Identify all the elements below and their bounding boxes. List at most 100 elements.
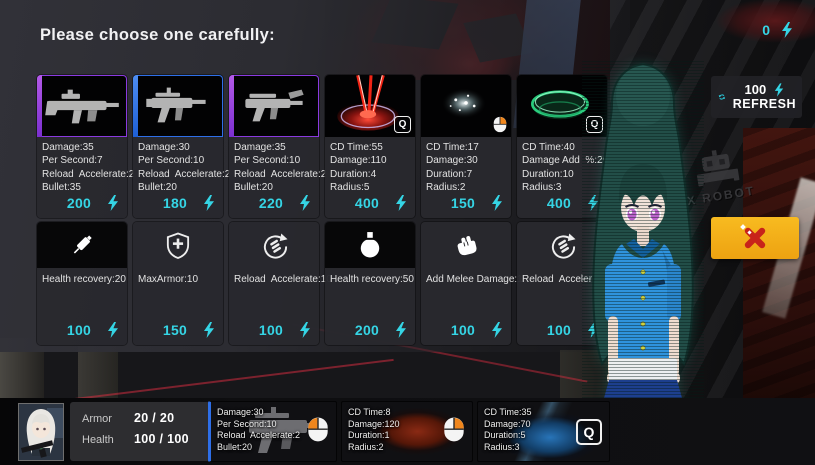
- refresh-arrows-icon: [718, 88, 726, 106]
- shop-card-weapon-1[interactable]: Damage:35 Per Second:7 Reload Accelerate…: [37, 75, 127, 218]
- lightning-bolt-icon: [395, 322, 407, 338]
- stat-line: Duration:4: [330, 168, 410, 181]
- smg-icon: [229, 75, 319, 137]
- price-value: 100: [51, 322, 107, 338]
- shop-card-weapon-3[interactable]: Damage:35 Per Second:10 Reload Accelerat…: [229, 75, 319, 218]
- smg-icon: [133, 75, 223, 137]
- close-button[interactable]: [711, 217, 799, 259]
- skill-image: Q: [325, 75, 415, 137]
- armor-label: Armor: [82, 413, 134, 425]
- price-value: 200: [51, 195, 107, 211]
- price-row: 400: [325, 195, 415, 218]
- currency-display: 0: [762, 22, 793, 38]
- weapon-image: [229, 75, 319, 137]
- lightning-bolt-icon: [299, 322, 311, 338]
- upgrade-image: [421, 222, 511, 268]
- price-value: 220: [243, 195, 299, 211]
- syringe-icon: [69, 232, 95, 258]
- upgrade-label: Health recovery:50: [325, 268, 415, 285]
- rarity-stripe: [37, 75, 42, 137]
- price-row: 200: [325, 322, 415, 345]
- stat-line: Damage:110: [330, 154, 410, 167]
- upgrade-label: Reload Accelerate:10: [229, 268, 319, 285]
- rarity-stripe: [133, 75, 138, 137]
- reload-circle-icon: [549, 232, 576, 259]
- shop-card-melee[interactable]: Add Melee Damage:10 100: [421, 222, 511, 345]
- close-x-icon: [742, 225, 768, 251]
- upgrade-image: [133, 222, 223, 268]
- skill-stats: CD Time:17 Damage:30 Duration:7 Radius:2: [421, 137, 511, 195]
- price-row: 150: [133, 322, 223, 345]
- stat-line: Bullet:20: [234, 181, 314, 194]
- stat-line: Reload Accelerate:2: [234, 168, 314, 181]
- weapon-image: [133, 75, 223, 137]
- lightning-bolt-icon: [395, 195, 407, 211]
- shop-card-skill-laser[interactable]: Q CD Time:55 Damage:110 Duration:4 Radiu…: [325, 75, 415, 218]
- upgrade-image: [325, 222, 415, 268]
- mouse-left-click-icon: [307, 416, 329, 442]
- shop-card-weapon-2[interactable]: Damage:30 Per Second:10 Reload Accelerat…: [133, 75, 223, 218]
- shop-card-maxarmor[interactable]: MaxArmor:10 150: [133, 222, 223, 345]
- price-value: 100: [531, 322, 587, 338]
- health-value: 100 / 100: [134, 432, 189, 446]
- refresh-cost: 100: [745, 82, 767, 97]
- skill-image: [421, 75, 511, 137]
- lightning-bolt-icon: [107, 322, 119, 338]
- price-row: 100: [421, 322, 511, 345]
- stat-line: Damage:30: [138, 141, 218, 154]
- page-title: Please choose one carefully:: [40, 26, 275, 45]
- stat-line: Per Second:10: [234, 154, 314, 167]
- rarity-stripe: [229, 75, 234, 137]
- stat-line: Radius:5: [330, 181, 410, 194]
- mouse-right-click-icon: [493, 116, 507, 133]
- equipped-slot-skill-2: CD Time:35 Damage:70 Duration:5 Radius:3…: [477, 401, 610, 462]
- stat-line: Bullet:35: [42, 181, 122, 194]
- lightning-bolt-icon: [299, 195, 311, 211]
- shop-card-health-50[interactable]: Health recovery:50 200: [325, 222, 415, 345]
- skill-stats: CD Time:55 Damage:110 Duration:4 Radius:…: [325, 137, 415, 195]
- fist-icon: [453, 232, 479, 258]
- stat-line: Damage:35: [42, 141, 122, 154]
- player-stats-panel: Armor 20 / 20 Health 100 / 100: [70, 402, 210, 461]
- refresh-button[interactable]: 100 REFRESH: [711, 76, 802, 118]
- shop-card-skill-flash[interactable]: CD Time:17 Damage:30 Duration:7 Radius:2…: [421, 75, 511, 218]
- shopkeeper-character: [582, 60, 704, 398]
- stat-line: Per Second:7: [42, 154, 122, 167]
- stat-line: Reload Accelerate:2: [42, 168, 122, 181]
- price-value: 150: [435, 195, 491, 211]
- stat-line: Damage:35: [234, 141, 314, 154]
- stat-line: Per Second:10: [138, 154, 218, 167]
- binding-badge: [307, 416, 329, 447]
- upgrade-image: [229, 222, 319, 268]
- price-row: 150: [421, 195, 511, 218]
- price-value: 200: [339, 322, 395, 338]
- shop-screen: Please choose one carefully: 0 100 REFRE…: [0, 0, 815, 465]
- lightning-bolt-icon: [203, 195, 215, 211]
- equipped-slot-skill-1: CD Time:8 Damage:120 Duration:1 Radius:2: [341, 401, 473, 462]
- binding-badge: Q: [576, 419, 602, 445]
- price-value: 100: [435, 322, 491, 338]
- stat-line: Duration:7: [426, 168, 506, 181]
- weapon-stats: Damage:30 Per Second:10 Reload Accelerat…: [133, 137, 223, 195]
- currency-balance: 0: [762, 22, 770, 38]
- weapon-image: [37, 75, 127, 137]
- portrait-image: [19, 404, 63, 460]
- upgrade-label: Health recovery:20: [37, 268, 127, 285]
- health-label: Health: [82, 434, 134, 446]
- weapon-stats: Damage:35 Per Second:7 Reload Accelerate…: [37, 137, 127, 195]
- shield-cross-icon: [166, 232, 190, 259]
- potion-flask-icon: [358, 231, 382, 259]
- lightning-bolt-icon: [107, 195, 119, 211]
- lightning-bolt-icon: [491, 195, 503, 211]
- reload-circle-icon: [261, 232, 288, 259]
- price-value: 180: [147, 195, 203, 211]
- stat-line: CD Time:17: [426, 141, 506, 154]
- price-value: 150: [147, 322, 203, 338]
- shop-card-reload-1[interactable]: Reload Accelerate:10 100: [229, 222, 319, 345]
- shop-card-health-20[interactable]: Health recovery:20 100: [37, 222, 127, 345]
- mouse-right-click-icon: [443, 416, 465, 442]
- price-value: 400: [531, 195, 587, 211]
- stat-line: CD Time:55: [330, 141, 410, 154]
- lightning-bolt-icon: [781, 22, 793, 38]
- stat-line: Radius:2: [426, 181, 506, 194]
